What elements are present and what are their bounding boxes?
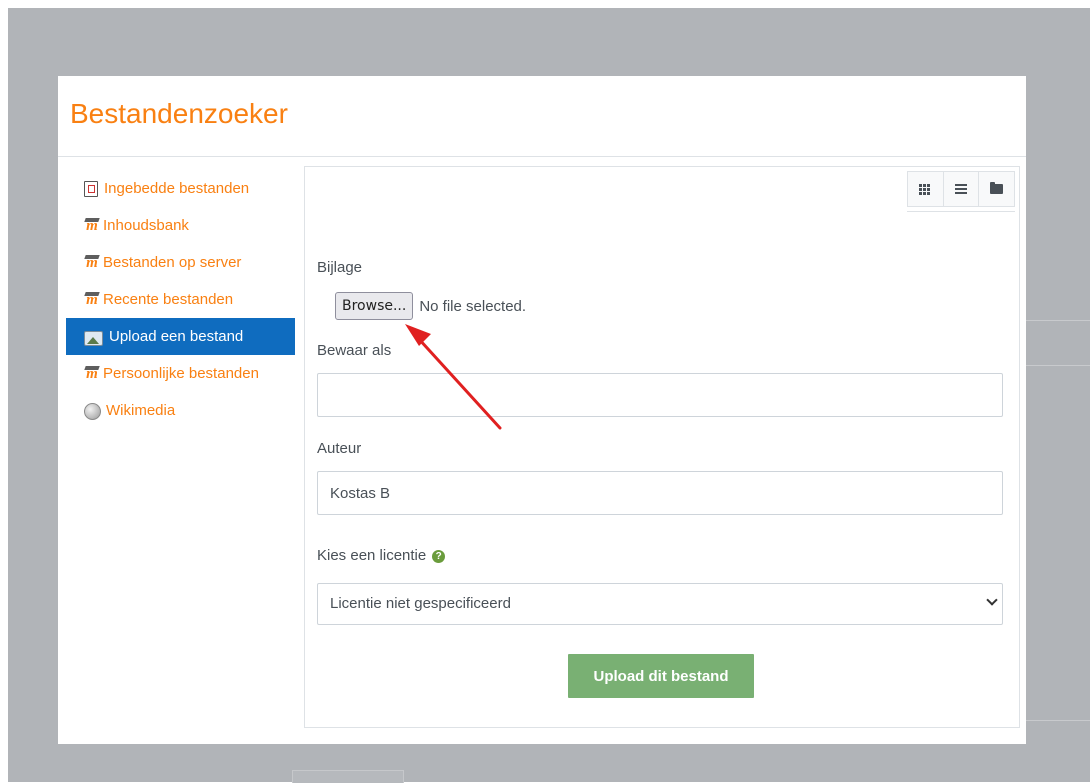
wikimedia-icon [84, 403, 101, 420]
moodle-icon: m [84, 365, 100, 382]
grid-view-button[interactable] [907, 171, 943, 207]
sidebar-item-wikimedia[interactable]: Wikimedia [66, 392, 295, 429]
attachment-label: Bijlage [317, 259, 363, 276]
sidebar-item-server-files[interactable]: m Bestanden op server [66, 244, 295, 281]
upload-file-button[interactable]: Upload dit bestand [568, 654, 754, 698]
save-as-input[interactable] [317, 373, 1003, 417]
license-select[interactable]: Licentie niet gespecificeerd [317, 583, 1003, 625]
file-input: Browse... No file selected. [335, 292, 526, 320]
sidebar-item-label: Upload een bestand [109, 328, 244, 345]
sidebar-item-label: Ingebedde bestanden [104, 180, 250, 197]
sidebar-item-upload-file[interactable]: Upload een bestand [66, 318, 295, 355]
sidebar-item-label: Persoonlijke bestanden [103, 365, 259, 382]
background-divider [1026, 320, 1090, 321]
folder-view-icon [990, 182, 1004, 194]
folder-view-button[interactable] [978, 171, 1016, 207]
license-label-row: Kies een licentie? [317, 547, 446, 564]
file-picker-dialog: Bestandenzoeker Ingebedde bestanden m In… [58, 76, 1026, 744]
author-input[interactable] [317, 471, 1003, 515]
browse-button[interactable]: Browse... [335, 292, 414, 320]
background-divider [1026, 365, 1090, 366]
moodle-icon: m [84, 254, 100, 271]
sidebar-item-label: Recente bestanden [103, 291, 234, 308]
upload-icon [84, 331, 103, 346]
sidebar-item-recent-files[interactable]: m Recente bestanden [66, 281, 295, 318]
background-divider [1026, 720, 1090, 721]
background-button [292, 770, 404, 783]
sidebar-item-label: Wikimedia [106, 402, 176, 419]
sidebar-item-embedded-files[interactable]: Ingebedde bestanden [66, 170, 295, 207]
help-icon[interactable]: ? [432, 549, 446, 563]
dialog-title: Bestandenzoeker [70, 98, 288, 129]
view-toolbar [907, 171, 1016, 212]
sidebar-item-label: Bestanden op server [103, 254, 242, 271]
sidebar-item-content-bank[interactable]: m Inhoudsbank [66, 207, 295, 244]
sidebar-item-private-files[interactable]: m Persoonlijke bestanden [66, 355, 295, 392]
embedded-files-icon [84, 181, 98, 197]
chevron-down-icon [986, 594, 998, 606]
grid-view-icon [919, 183, 932, 195]
license-label: Kies een licentie [317, 547, 427, 564]
list-view-button[interactable] [942, 171, 979, 207]
sidebar-item-label: Inhoudsbank [103, 217, 189, 234]
upload-panel: Bijlage Browse... No file selected. Bewa… [304, 166, 1020, 728]
author-label: Auteur [317, 440, 362, 457]
dialog-header: Bestandenzoeker [58, 76, 1026, 157]
list-view-icon [955, 183, 967, 195]
license-selected-value: Licentie niet gespecificeerd [330, 595, 511, 612]
save-as-label: Bewaar als [317, 342, 392, 359]
moodle-icon: m [84, 217, 100, 234]
file-status-text: No file selected. [419, 297, 527, 315]
repository-sidebar: Ingebedde bestanden m Inhoudsbank m Best… [66, 170, 295, 429]
moodle-icon: m [84, 291, 100, 308]
